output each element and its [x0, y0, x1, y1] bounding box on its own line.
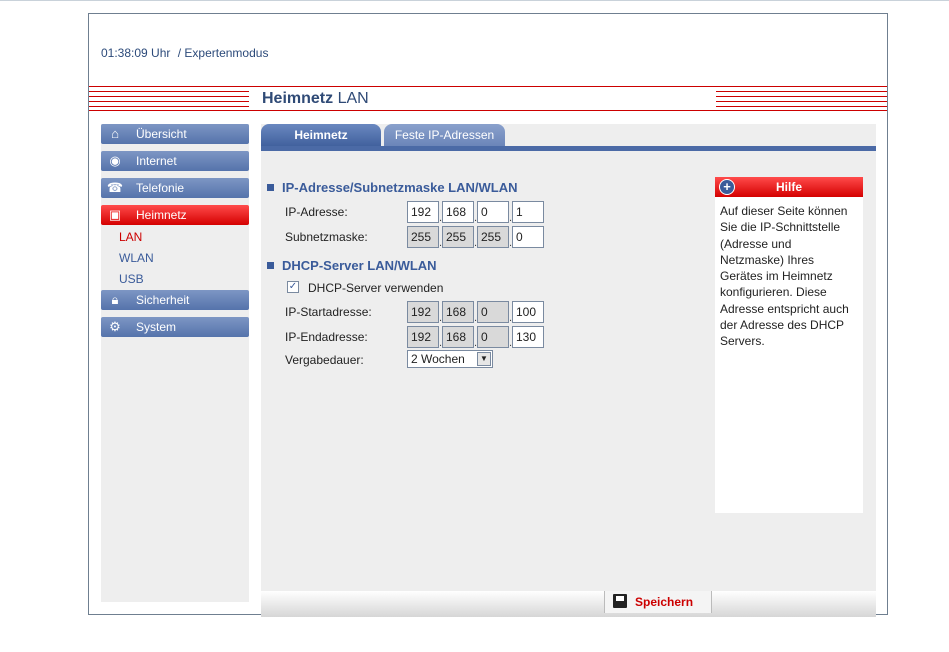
bullet-square-icon — [267, 184, 274, 191]
sidebar-item-heimnetz[interactable]: ▣ Heimnetz — [101, 205, 249, 225]
ip-octet-3[interactable] — [477, 201, 509, 223]
main-frame: 01:38:09 Uhr / Expertenmodus Heimnetz LA… — [88, 13, 888, 617]
section-ip-heading: IP-Adresse/Subnetzmaske LAN/WLAN — [267, 180, 518, 195]
section-dhcp-heading: DHCP-Server LAN/WLAN — [267, 258, 437, 273]
sidebar-item-uebersicht[interactable]: ⌂ Übersicht — [101, 124, 249, 144]
dhcp-checkbox-label: DHCP-Server verwenden — [308, 281, 444, 295]
start-octet-4[interactable] — [512, 301, 544, 323]
sidebar-item-sicherheit[interactable]: 🔒︎ Sicherheit — [101, 290, 249, 310]
help-text: Auf dieser Seite können Sie die IP-Schni… — [720, 204, 849, 349]
sidebar-item-label: Telefonie — [136, 181, 185, 195]
help-panel: + Hilfe Auf dieser Seite können Sie die … — [715, 177, 863, 513]
content-panel: Heimnetz Feste IP-Adressen IP-Adresse/Su… — [261, 124, 876, 617]
page-title: Heimnetz LAN — [262, 90, 369, 108]
title-underline — [249, 110, 716, 111]
sidebar-subitem-lan[interactable]: LAN — [119, 230, 142, 244]
mask-octet-3[interactable] — [477, 226, 509, 248]
sidebar-subitem-usb[interactable]: USB — [119, 272, 144, 286]
lock-icon: 🔒︎ — [111, 292, 119, 307]
sidebar: ⌂ Übersicht ◉ Internet ☎ Telefonie ▣ Hei… — [101, 124, 249, 602]
ip-octet-4[interactable] — [512, 201, 544, 223]
start-octet-1[interactable] — [407, 301, 439, 323]
save-button[interactable]: Speichern — [604, 591, 712, 613]
mask-octet-4[interactable] — [512, 226, 544, 248]
lease-time-value: 2 Wochen — [411, 352, 465, 366]
plus-icon[interactable]: + — [719, 179, 735, 195]
page-title-rest: LAN — [337, 90, 369, 107]
ip-address-label: IP-Adresse: — [285, 205, 348, 219]
dhcp-checkbox[interactable]: ✓ — [287, 281, 299, 293]
gears-icon: ⚙ — [109, 319, 121, 334]
sidebar-subitem-wlan[interactable]: WLAN — [119, 251, 154, 265]
sidebar-item-label: System — [136, 320, 177, 334]
page-title-bold: Heimnetz — [262, 90, 334, 107]
end-octet-2[interactable] — [442, 326, 474, 348]
start-octet-2[interactable] — [442, 301, 474, 323]
status-line: 01:38:09 Uhr / Expertenmodus — [101, 46, 268, 60]
end-octet-4[interactable] — [512, 326, 544, 348]
phone-icon: ☎ — [106, 180, 124, 195]
end-address-label: IP-Endadresse: — [285, 330, 368, 344]
sidebar-item-internet[interactable]: ◉ Internet — [101, 151, 249, 171]
start-address-fields: . . . — [407, 301, 544, 324]
section-dhcp-title: DHCP-Server LAN/WLAN — [282, 258, 437, 273]
mode-text: / Expertenmodus — [177, 46, 269, 60]
help-header: + Hilfe — [715, 177, 863, 197]
tab-feste-ip-adressen[interactable]: Feste IP-Adressen — [384, 124, 505, 147]
floppy-disk-icon — [613, 594, 627, 608]
mask-octet-1[interactable] — [407, 226, 439, 248]
save-button-label: Speichern — [635, 595, 694, 609]
sidebar-item-label: Übersicht — [136, 127, 187, 141]
globe-icon: ◉ — [109, 153, 121, 168]
lease-time-label: Vergabedauer: — [285, 353, 364, 367]
bullet-square-icon — [267, 262, 274, 269]
home-icon: ⌂ — [111, 126, 119, 141]
end-octet-1[interactable] — [407, 326, 439, 348]
end-octet-3[interactable] — [477, 326, 509, 348]
tab-bar — [261, 146, 876, 151]
ip-address-fields: . . . — [407, 201, 544, 224]
sidebar-item-label: Heimnetz — [136, 208, 187, 222]
start-address-label: IP-Startadresse: — [285, 305, 372, 319]
subnet-mask-fields: . . . — [407, 226, 544, 249]
section-ip-title: IP-Adresse/Subnetzmaske LAN/WLAN — [282, 180, 518, 195]
ip-octet-1[interactable] — [407, 201, 439, 223]
tab-heimnetz[interactable]: Heimnetz — [261, 124, 381, 147]
network-icon: ▣ — [108, 207, 122, 222]
mask-octet-2[interactable] — [442, 226, 474, 248]
sidebar-item-label: Internet — [136, 154, 177, 168]
end-address-fields: . . . — [407, 326, 544, 349]
top-border-line — [0, 0, 949, 1]
clock-text: 01:38:09 Uhr — [101, 46, 171, 60]
sidebar-item-telefonie[interactable]: ☎ Telefonie — [101, 178, 249, 198]
sidebar-item-label: Sicherheit — [136, 293, 190, 307]
help-title: Hilfe — [775, 180, 802, 194]
subnet-mask-label: Subnetzmaske: — [285, 230, 368, 244]
chevron-down-icon: ▼ — [477, 352, 491, 366]
bottom-button-bar: Speichern — [261, 591, 876, 617]
ip-octet-2[interactable] — [442, 201, 474, 223]
sidebar-item-system[interactable]: ⚙ System — [101, 317, 249, 337]
lease-time-select[interactable]: 2 Wochen ▼ — [407, 350, 493, 368]
start-octet-3[interactable] — [477, 301, 509, 323]
